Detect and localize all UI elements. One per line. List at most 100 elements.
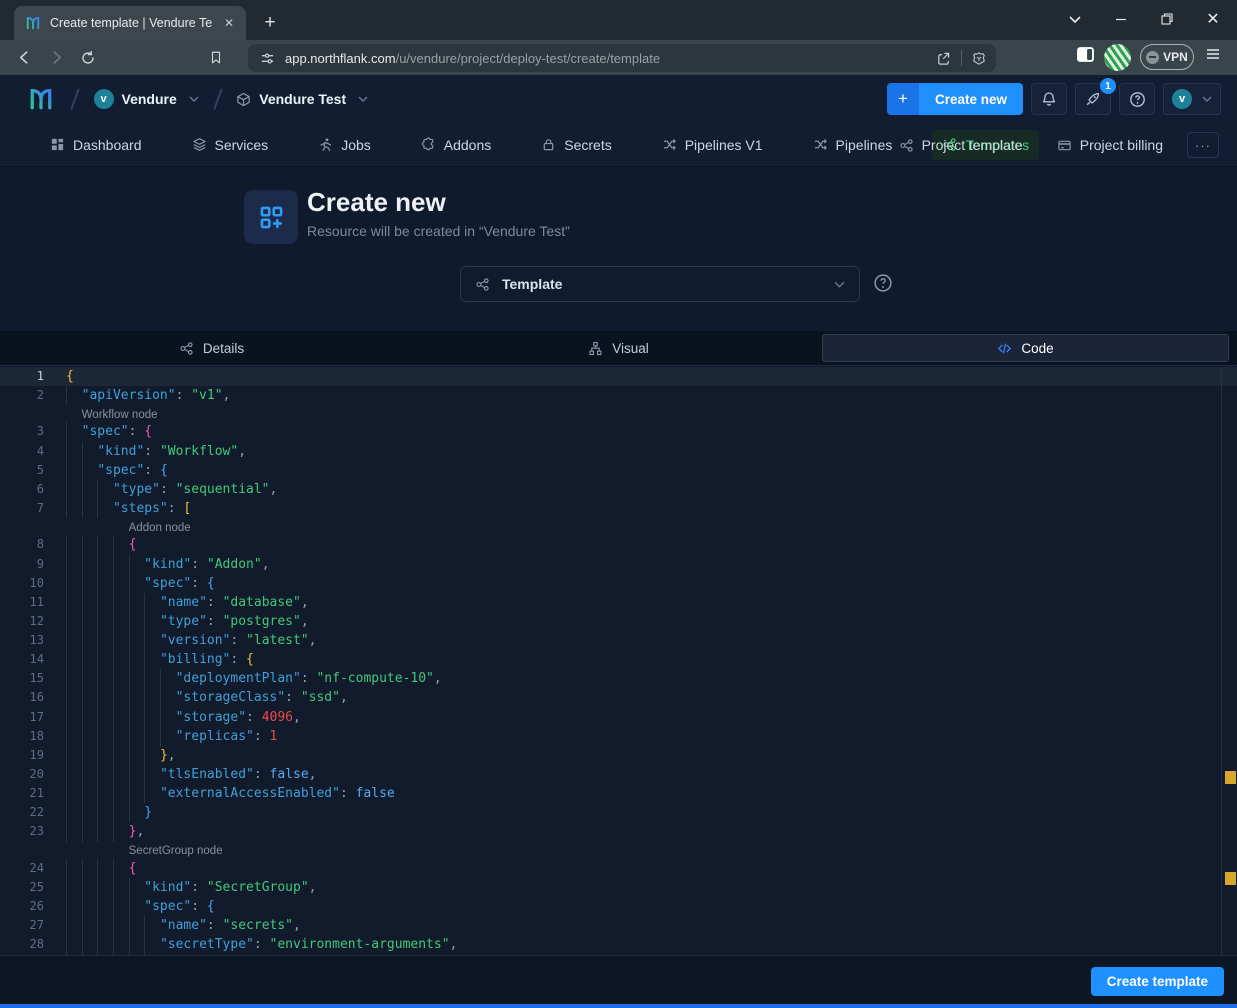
url-bar[interactable]: app.northflank.com/u/vendure/project/dep… [248, 44, 996, 72]
reload-icon[interactable] [72, 50, 104, 66]
code-icon [997, 341, 1012, 356]
select-help-icon[interactable] [873, 273, 893, 293]
nav-item-pipelines-v1[interactable]: Pipelines V1 [652, 130, 773, 160]
code-line[interactable]: 5"spec": { [0, 461, 1237, 480]
code-line[interactable]: 24{ [0, 859, 1237, 878]
vpn-badge[interactable]: VPN [1140, 44, 1194, 70]
nav-item-jobs[interactable]: Jobs [308, 130, 381, 160]
create-template-button[interactable]: Create template [1091, 967, 1224, 996]
tab-label: Visual [612, 341, 649, 356]
nav-item-label: Secrets [564, 137, 611, 153]
browser-menu-icon[interactable] [1204, 46, 1222, 67]
code-line[interactable]: 6"type": "sequential", [0, 480, 1237, 499]
user-menu-button[interactable]: v [1163, 83, 1221, 115]
browser-tab[interactable]: Create template | Vendure Test | ✕ [14, 6, 246, 40]
code-line[interactable]: 8{ [0, 535, 1237, 554]
code-line[interactable]: 23}, [0, 822, 1237, 841]
project-nav: Dashboard Services Jobs Addons Secrets Pipeli… [0, 123, 1237, 167]
code-line[interactable]: 9"kind": "Addon", [0, 555, 1237, 574]
tab-details[interactable]: Details [8, 334, 415, 362]
create-new-button[interactable]: + Create new [887, 83, 1023, 115]
tab-search-chevron-icon[interactable] [1060, 6, 1090, 32]
code-line[interactable]: 17"storage": 4096, [0, 708, 1237, 727]
code-line[interactable]: 14"billing": { [0, 650, 1237, 669]
brave-shield-icon[interactable] [972, 51, 986, 66]
page-hero: Create new Resource will be created in “… [0, 167, 1237, 331]
share-icon[interactable] [936, 51, 951, 66]
code-line[interactable]: 28"secretType": "environment-arguments", [0, 935, 1237, 954]
restore-window-icon[interactable] [1152, 6, 1182, 32]
help-button[interactable] [1119, 83, 1155, 115]
code-line[interactable]: 25"kind": "SecretGroup", [0, 878, 1237, 897]
code-line[interactable]: 7"steps": [ [0, 499, 1237, 518]
code-line[interactable]: 19}, [0, 746, 1237, 765]
line-number: 27 [0, 916, 44, 935]
tab-close-icon[interactable]: ✕ [220, 14, 238, 32]
more-button[interactable]: ··· [1187, 132, 1219, 158]
code-line[interactable]: 4"kind": "Workflow", [0, 442, 1237, 461]
nav-item-project-template[interactable]: Project template [889, 130, 1033, 160]
notifications-button[interactable] [1031, 83, 1067, 115]
forward-icon[interactable] [40, 49, 72, 66]
tab-code[interactable]: Code [822, 334, 1229, 362]
breadcrumb-org[interactable]: v Vendure [94, 89, 199, 109]
code-line[interactable]: 20"tlsEnabled": false, [0, 765, 1237, 784]
breadcrumb-project[interactable]: Vendure Test [236, 91, 368, 107]
code-line[interactable]: 11"name": "database", [0, 593, 1237, 612]
code-line[interactable]: 22} [0, 803, 1237, 822]
chevron-down-icon[interactable] [358, 96, 368, 102]
line-number: 25 [0, 878, 44, 897]
line-number: 15 [0, 669, 44, 688]
resource-type-select[interactable]: Template [460, 266, 860, 302]
resource-type-value: Template [502, 276, 818, 292]
nav-item-addons[interactable]: Addons [411, 130, 501, 160]
chevron-down-icon[interactable] [834, 281, 845, 288]
code-editor[interactable]: 1{2"apiVersion": "v1",Workflow node3"spe… [0, 367, 1237, 955]
northflank-logo[interactable] [26, 84, 56, 114]
nav-item-pipelines[interactable]: Pipelines [803, 130, 903, 160]
code-annotation: SecretGroup node [0, 842, 1237, 859]
code-line[interactable]: 16"storageClass": "ssd", [0, 688, 1237, 707]
jobs-icon [318, 137, 333, 152]
nav-item-project-billing[interactable]: Project billing [1047, 130, 1173, 160]
close-window-icon[interactable]: ✕ [1198, 6, 1228, 32]
tune-icon[interactable] [260, 51, 275, 66]
code-line[interactable]: 3"spec": { [0, 422, 1237, 441]
nav-item-dashboard[interactable]: Dashboard [40, 130, 152, 160]
code-line[interactable]: 10"spec": { [0, 574, 1237, 593]
tab-label: Code [1021, 341, 1053, 356]
plus-icon[interactable]: + [887, 83, 919, 115]
bookmark-icon[interactable] [200, 50, 232, 65]
create-new-label[interactable]: Create new [919, 83, 1023, 115]
minimize-icon[interactable] [1106, 6, 1136, 32]
tab-visual[interactable]: Visual [415, 334, 822, 362]
back-icon[interactable] [8, 49, 40, 66]
sidebar-toggle-icon[interactable] [1076, 46, 1095, 68]
template-icon [899, 138, 914, 153]
code-line[interactable]: 1{ [0, 367, 1237, 386]
line-number: 26 [0, 897, 44, 916]
extension-icon[interactable] [1104, 44, 1131, 71]
notification-badge: 1 [1100, 78, 1116, 94]
code-line[interactable]: 15"deploymentPlan": "nf-compute-10", [0, 669, 1237, 688]
url-text[interactable]: app.northflank.com/u/vendure/project/dep… [285, 51, 926, 66]
chevron-down-icon[interactable] [189, 96, 199, 102]
code-line[interactable]: 13"version": "latest", [0, 631, 1237, 650]
org-name: Vendure [122, 91, 177, 107]
whats-new-button[interactable]: 1 [1075, 83, 1111, 115]
nav-item-label: Jobs [341, 137, 371, 153]
nav-item-label: Pipelines [836, 137, 893, 153]
nav-item-services[interactable]: Services [182, 130, 279, 160]
nav-item-secrets[interactable]: Secrets [531, 130, 621, 160]
code-line[interactable]: 26"spec": { [0, 897, 1237, 916]
new-tab-button[interactable]: + [258, 12, 282, 34]
code-line[interactable]: 18"replicas": 1 [0, 727, 1237, 746]
code-line[interactable]: 2"apiVersion": "v1", [0, 386, 1237, 405]
code-line[interactable]: 12"type": "postgres", [0, 612, 1237, 631]
rocket-icon [1085, 91, 1101, 107]
line-number: 6 [0, 480, 44, 499]
code-line[interactable]: 27"name": "secrets", [0, 916, 1237, 935]
code-line[interactable]: 21"externalAccessEnabled": false [0, 784, 1237, 803]
line-number: 1 [0, 367, 44, 386]
dashboard-icon [50, 137, 65, 152]
